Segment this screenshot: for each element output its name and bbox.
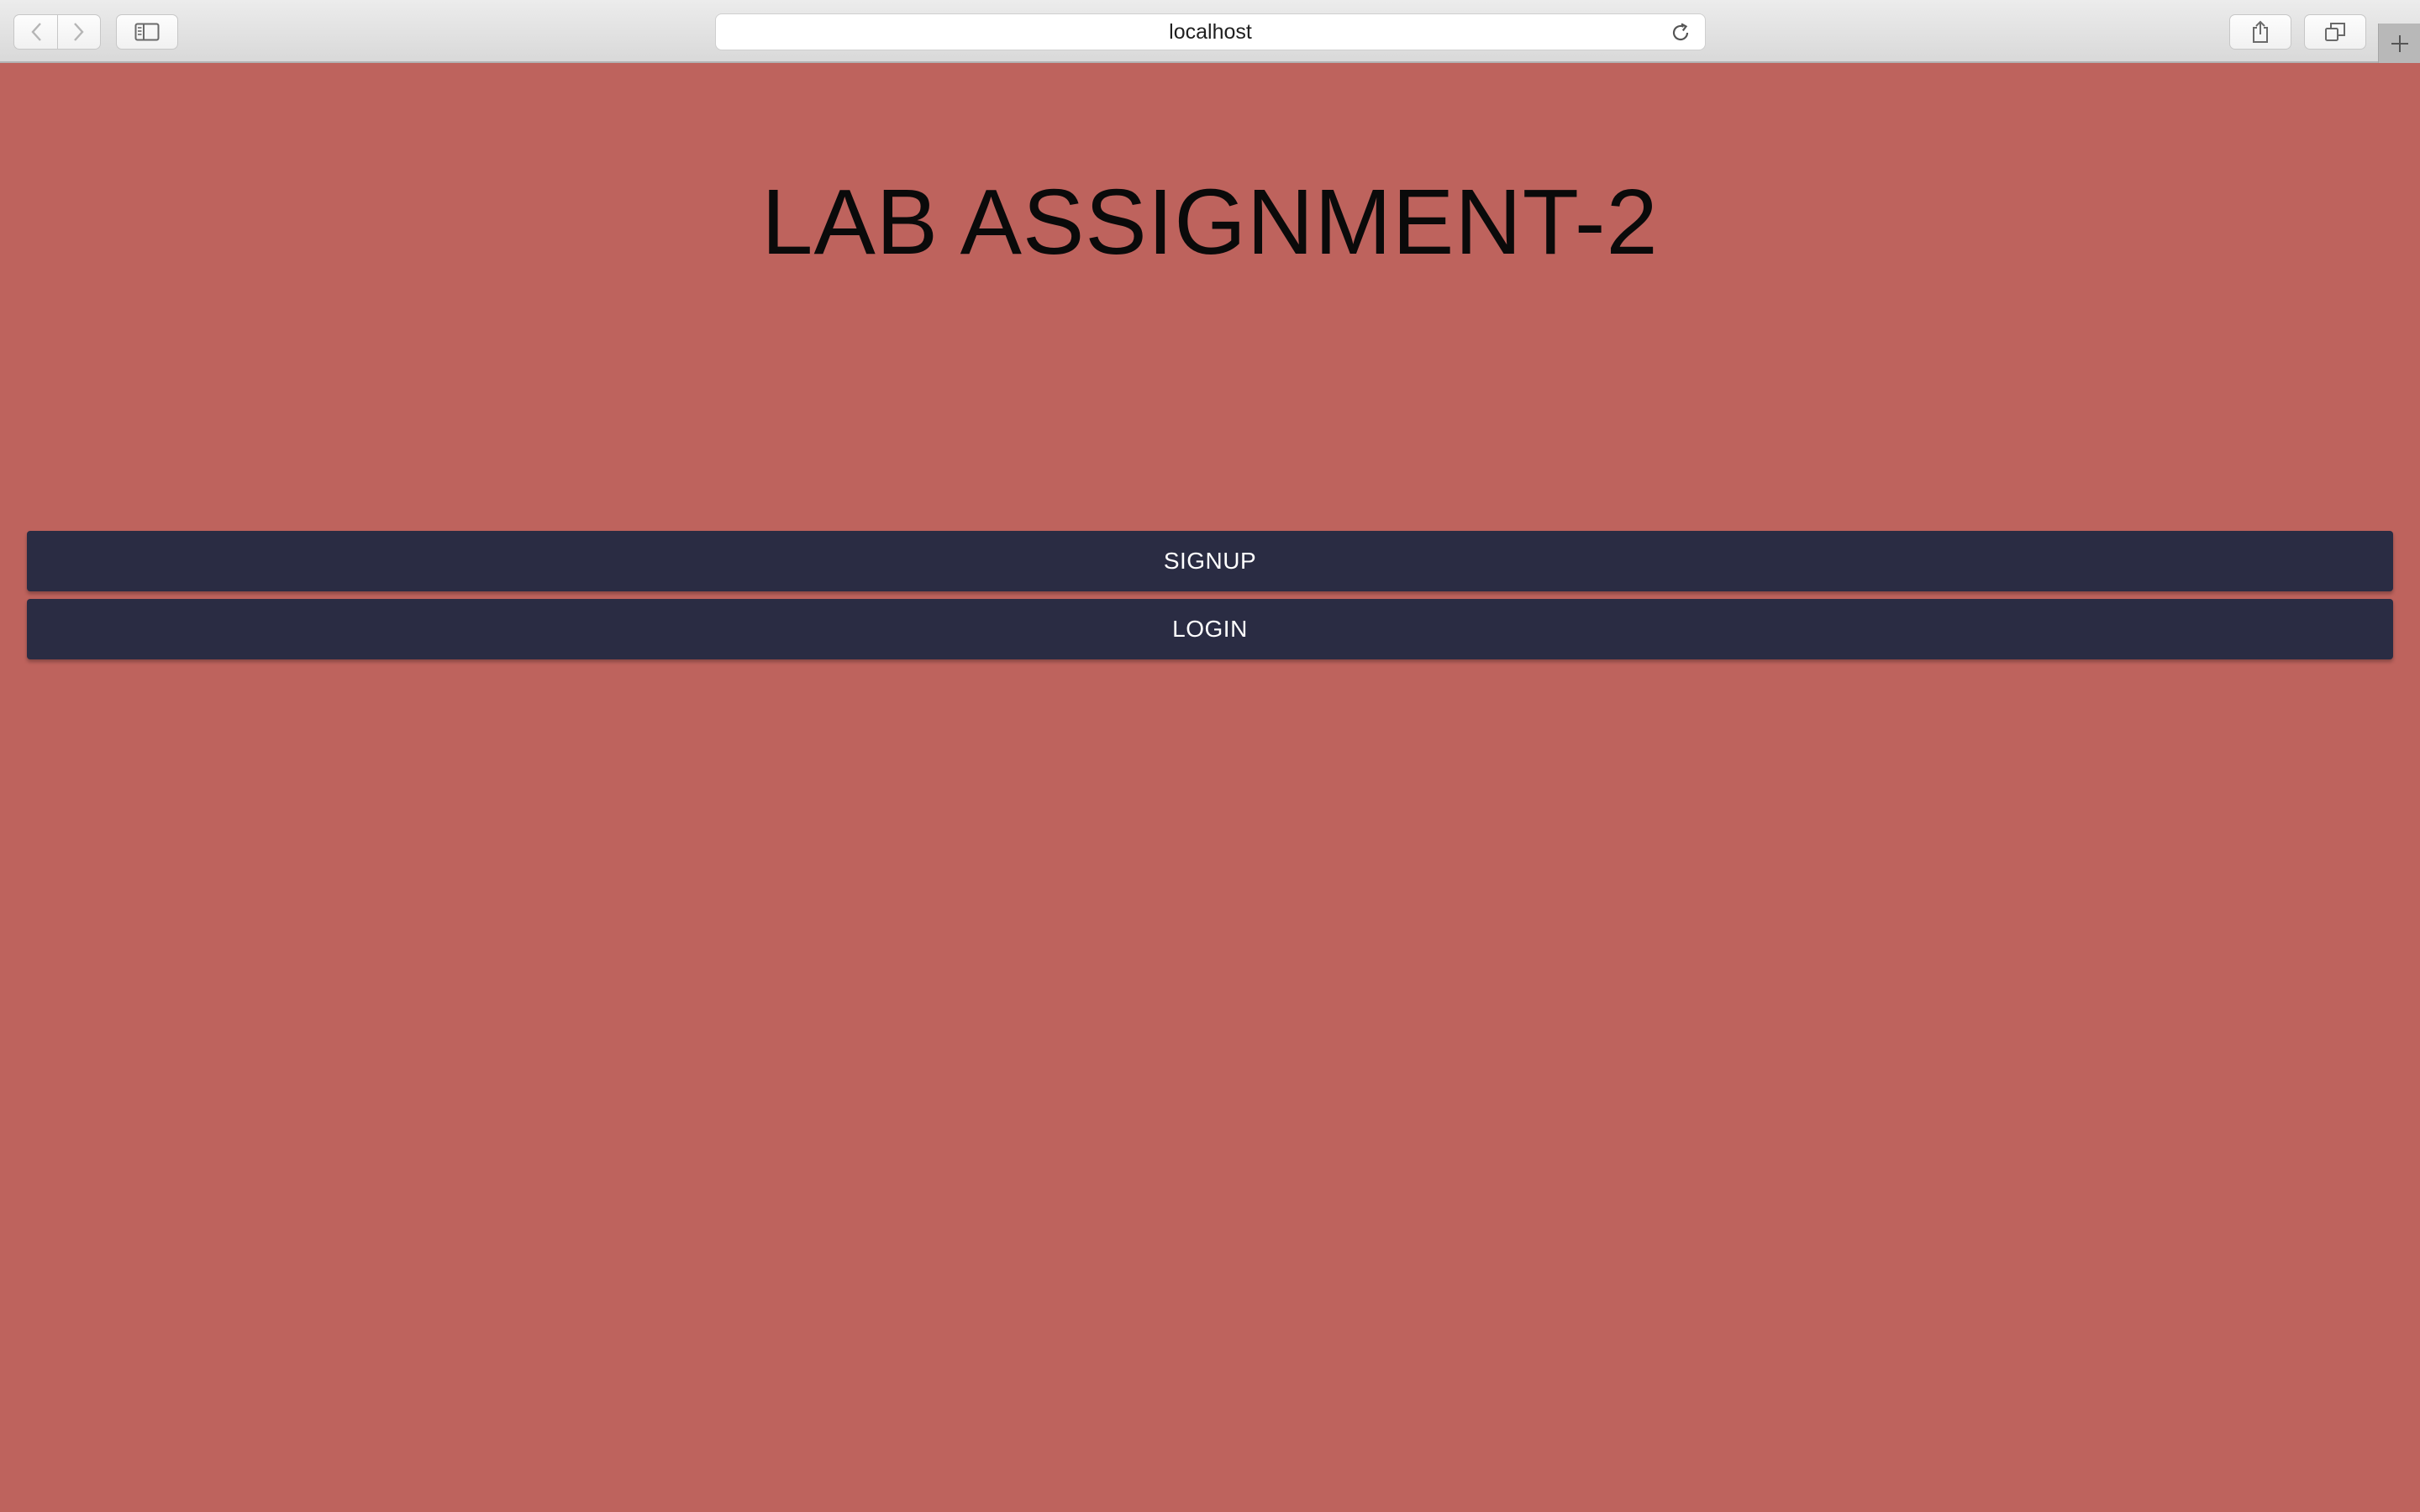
forward-button[interactable]	[57, 14, 101, 50]
login-button[interactable]: LOGIN	[27, 599, 2393, 659]
chevron-left-icon	[30, 23, 41, 41]
chevron-right-icon	[74, 23, 84, 41]
address-text: localhost	[1169, 19, 1252, 44]
plus-icon	[2391, 34, 2408, 52]
signup-button[interactable]: SIGNUP	[27, 531, 2393, 591]
page-title: LAB ASSIGNMENT-2	[761, 171, 1659, 274]
sidebar-icon	[134, 23, 160, 41]
tabs-overview-icon	[2325, 23, 2345, 41]
share-button[interactable]	[2229, 14, 2291, 50]
sidebar-button[interactable]	[116, 14, 178, 50]
tabs-overview-button[interactable]	[2304, 14, 2366, 50]
new-tab-button[interactable]	[2378, 24, 2420, 63]
address-bar[interactable]: localhost	[715, 13, 1706, 50]
share-icon	[2253, 20, 2268, 43]
back-button[interactable]	[13, 14, 57, 50]
nav-buttons	[13, 14, 101, 50]
browser-toolbar: localhost	[0, 0, 2420, 63]
reload-icon[interactable]	[1670, 22, 1691, 44]
